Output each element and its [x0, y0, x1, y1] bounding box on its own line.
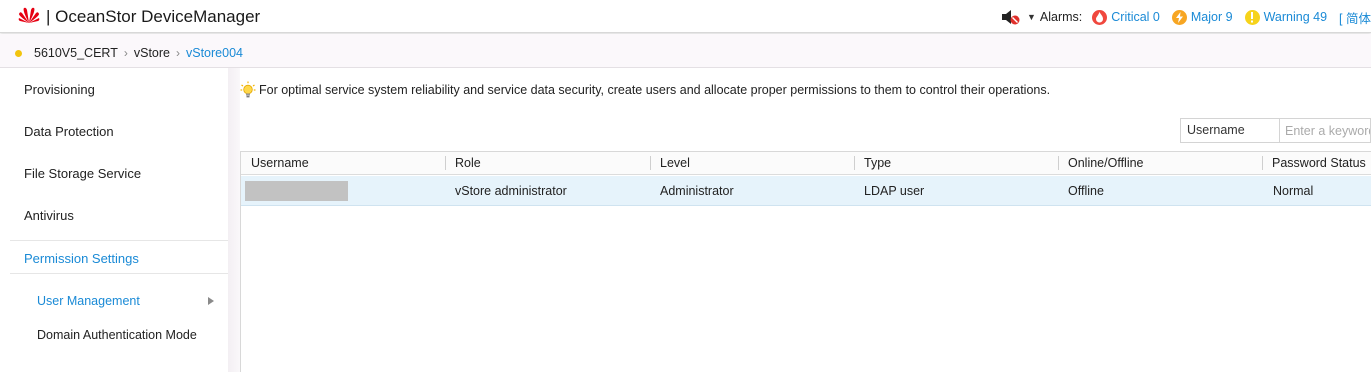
- nav-divider: [10, 273, 228, 274]
- chevron-down-icon[interactable]: ▼: [1027, 12, 1036, 22]
- table-header: Username Role Level Type Online/Offline …: [241, 152, 1371, 175]
- expand-arrow-icon[interactable]: [208, 297, 214, 305]
- breadcrumb-device[interactable]: 5610V5_CERT: [34, 46, 118, 60]
- column-divider[interactable]: [445, 156, 446, 170]
- lightbulb-icon: [240, 81, 256, 98]
- nav-item-antivirus[interactable]: Antivirus: [24, 208, 74, 223]
- nav-item-provisioning[interactable]: Provisioning: [24, 82, 95, 97]
- alarm-area: ▼ Alarms: Critical 0 Major 9 Warning 49 …: [1001, 8, 1371, 26]
- nav-item-data-protection[interactable]: Data Protection: [24, 124, 114, 139]
- major-alarm[interactable]: Major 9: [1171, 9, 1233, 25]
- cell-level: Administrator: [660, 184, 734, 198]
- nav-divider: [10, 240, 228, 241]
- critical-alarm-icon: [1092, 9, 1108, 25]
- column-header-online-offline[interactable]: Online/Offline: [1068, 156, 1144, 170]
- column-header-password-status[interactable]: Password Status: [1272, 156, 1366, 170]
- cell-password-status: Normal: [1273, 184, 1314, 198]
- nav-sub-domain-authentication-mode[interactable]: Domain Authentication Mode: [37, 328, 197, 342]
- users-table: Username Role Level Type Online/Offline …: [240, 151, 1371, 372]
- tip-text: For optimal service system reliability a…: [259, 83, 1051, 97]
- nav-item-permission-settings[interactable]: Permission Settings: [24, 251, 139, 266]
- warning-alarm-icon: [1244, 9, 1260, 25]
- cell-type: LDAP user: [864, 184, 925, 198]
- search-input[interactable]: [1280, 119, 1370, 142]
- warning-alarm-label: Warning 49: [1263, 10, 1328, 24]
- nav-divider-shadow: [228, 68, 240, 372]
- column-header-type[interactable]: Type: [864, 156, 891, 170]
- speaker-mute-icon[interactable]: [1001, 9, 1021, 25]
- chevron-right-icon: ›: [123, 46, 128, 60]
- breadcrumb-bar: 5610V5_CERT › vStore › vStore004: [0, 34, 1371, 68]
- nav-item-file-storage-service[interactable]: File Storage Service: [24, 166, 141, 181]
- huawei-logo: [18, 7, 40, 23]
- breadcrumb-vstore[interactable]: vStore: [134, 46, 170, 60]
- language-switch[interactable]: [ 简体: [1339, 8, 1371, 27]
- search-field-select[interactable]: Username: [1181, 119, 1280, 142]
- search-box: Username: [1180, 118, 1371, 143]
- cell-online-offline: Offline: [1068, 184, 1104, 198]
- top-header: | OceanStor DeviceManager ▼ Alarms: Crit…: [0, 0, 1371, 33]
- cell-role: vStore administrator: [455, 184, 567, 198]
- major-alarm-icon: [1171, 9, 1187, 25]
- left-nav: Provisioning Data Protection File Storag…: [0, 68, 228, 372]
- column-header-role[interactable]: Role: [455, 156, 481, 170]
- main-content: For optimal service system reliability a…: [240, 68, 1371, 372]
- critical-alarm-label: Critical 0: [1111, 10, 1160, 24]
- app-title: | OceanStor DeviceManager: [46, 7, 261, 26]
- major-alarm-label: Major 9: [1190, 10, 1233, 24]
- device-status-icon: [15, 49, 22, 57]
- critical-alarm[interactable]: Critical 0: [1092, 9, 1160, 25]
- chevron-right-icon: ›: [176, 46, 180, 60]
- warning-alarm[interactable]: Warning 49: [1244, 9, 1328, 25]
- breadcrumb-current[interactable]: vStore004: [186, 46, 243, 60]
- tip-message: For optimal service system reliability a…: [240, 81, 1050, 99]
- column-divider[interactable]: [1262, 156, 1263, 170]
- nav-sub-user-management[interactable]: User Management: [37, 294, 140, 308]
- column-header-username[interactable]: Username: [251, 156, 309, 170]
- column-header-level[interactable]: Level: [660, 156, 690, 170]
- alarms-label: Alarms:: [1039, 10, 1083, 24]
- column-divider[interactable]: [650, 156, 651, 170]
- breadcrumb: 5610V5_CERT › vStore › vStore004: [15, 46, 243, 60]
- redacted-username: [245, 181, 348, 201]
- table-row[interactable]: vStore administrator Administrator LDAP …: [241, 176, 1371, 206]
- column-divider[interactable]: [1058, 156, 1059, 170]
- column-divider[interactable]: [854, 156, 855, 170]
